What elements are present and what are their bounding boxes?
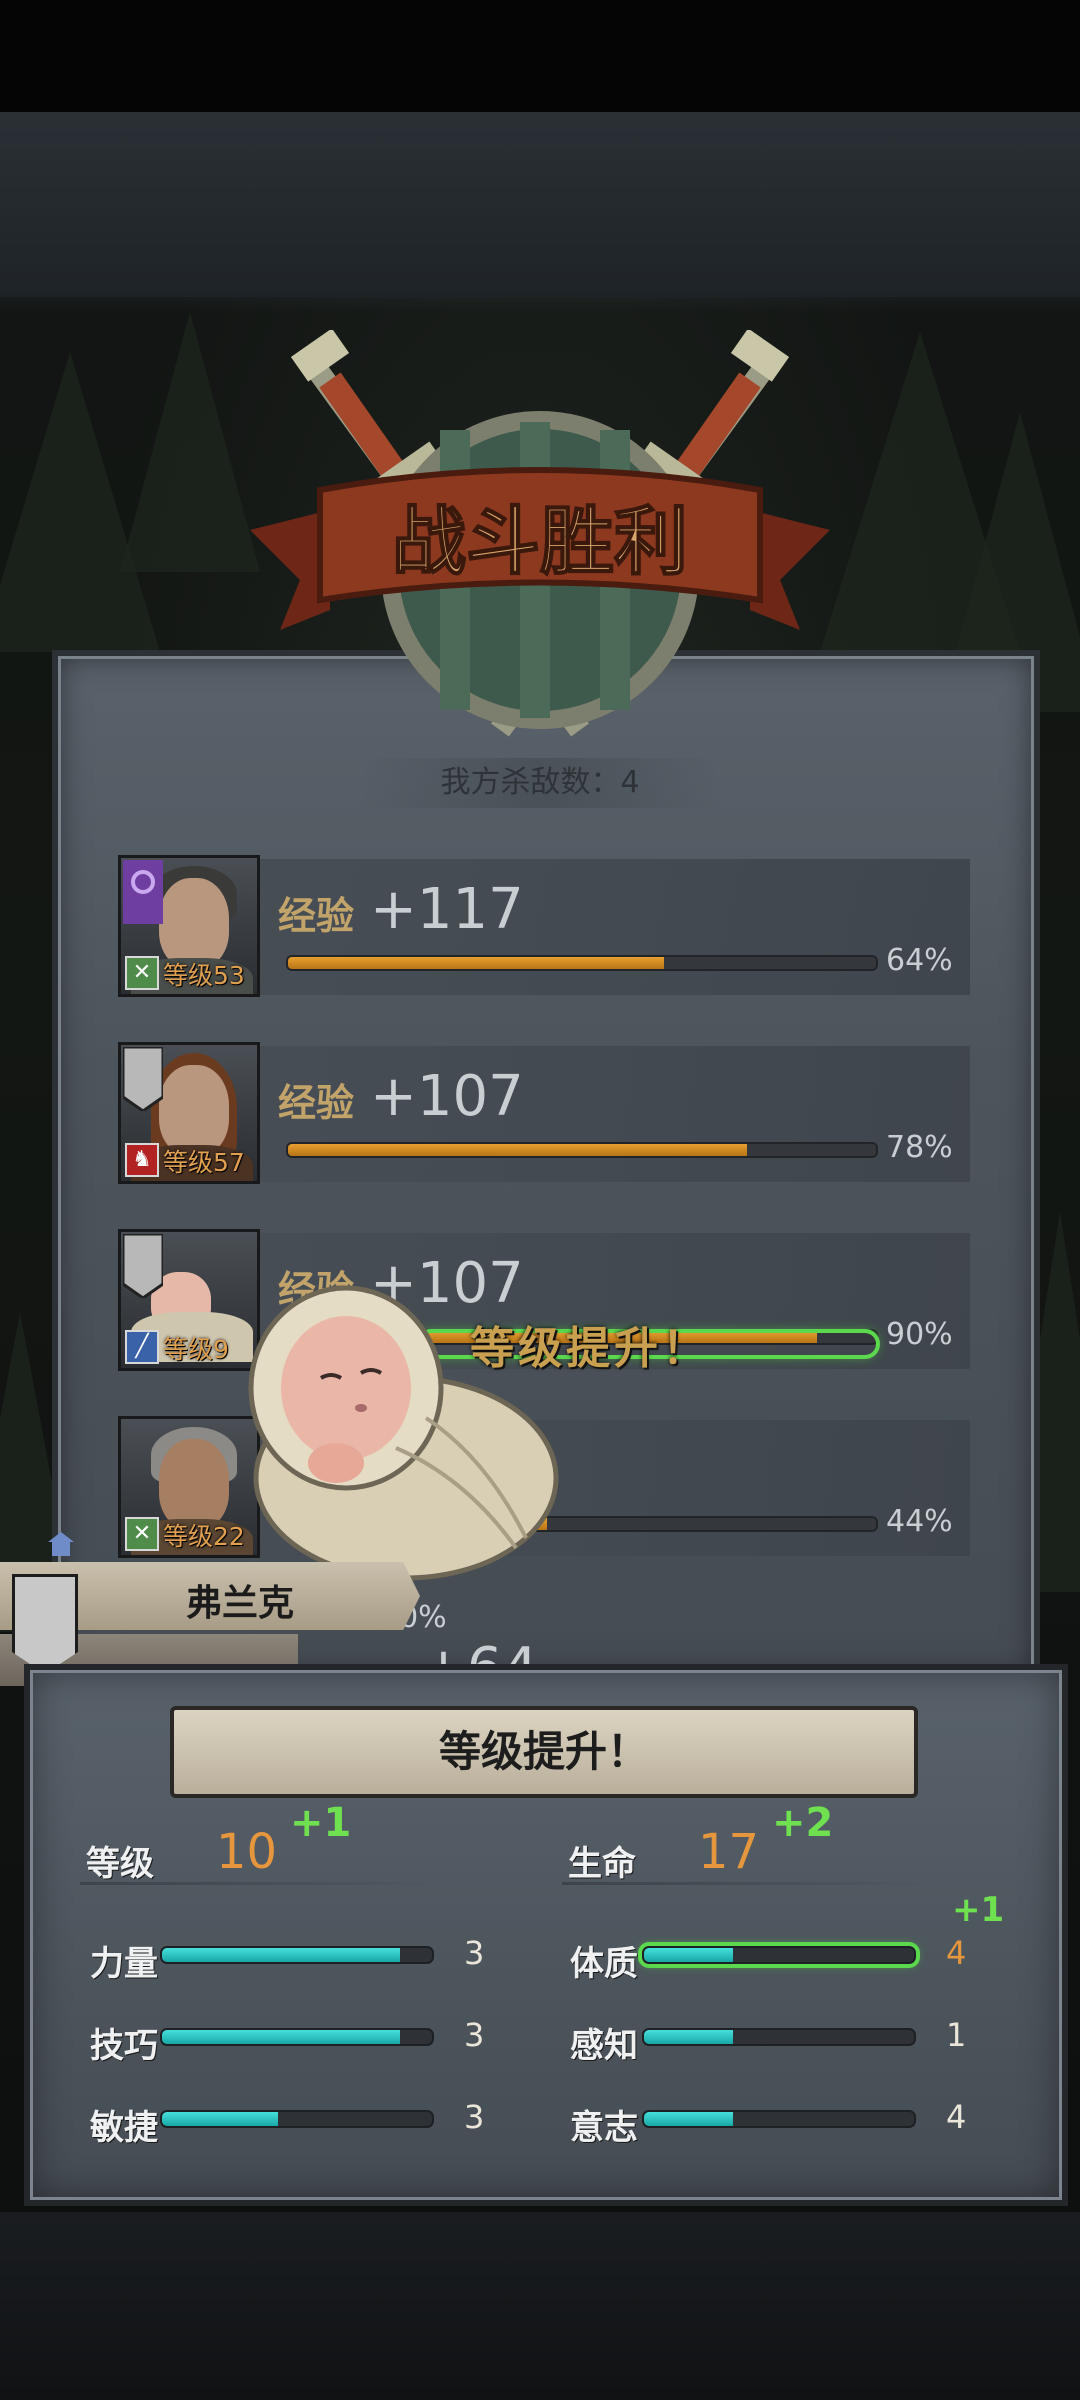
home-icon bbox=[48, 1532, 74, 1556]
level-plus: +1 bbox=[290, 1800, 352, 1846]
hp-label: 生命 bbox=[568, 1844, 636, 1884]
exp-gain: +117 bbox=[370, 877, 524, 942]
exp-percent: 78% bbox=[886, 1130, 953, 1165]
hero-level: 等级53 bbox=[163, 961, 245, 990]
hp-value: 17 bbox=[698, 1824, 760, 1880]
stat-bar-constitution bbox=[642, 1946, 916, 1964]
kill-count: 我方杀敌数：4 bbox=[360, 758, 720, 808]
stat-value-agility: 3 bbox=[464, 2098, 485, 2136]
exp-progress-fill bbox=[288, 957, 665, 969]
hero-portrait[interactable]: ♞ 等级57 bbox=[118, 1042, 260, 1184]
stat-value-skill: 3 bbox=[464, 2016, 485, 2054]
stat-label-perception: 感知 bbox=[570, 2026, 638, 2066]
exp-percent: 64% bbox=[886, 943, 953, 978]
stat-bar-fill bbox=[162, 1948, 400, 1962]
constitution-plus: +1 bbox=[952, 1890, 1005, 1930]
level-up-title: 等级提升！ bbox=[438, 1727, 649, 1776]
rank-banner-icon bbox=[123, 1047, 163, 1111]
victory-emblem: 战斗胜利 bbox=[250, 330, 830, 737]
stat-label-will: 意志 bbox=[570, 2108, 638, 2148]
exp-progress-fill bbox=[288, 1144, 747, 1156]
top-status-area bbox=[0, 0, 1080, 112]
spear-icon: ╱ bbox=[125, 1330, 159, 1364]
hero-portrait[interactable]: ✕ 等级53 bbox=[118, 855, 260, 997]
stat-label-strength: 力量 bbox=[90, 1944, 158, 1984]
stat-value-will: 4 bbox=[946, 2098, 967, 2136]
hero-level: 等级57 bbox=[163, 1148, 245, 1177]
hp-plus: +2 bbox=[772, 1800, 834, 1846]
hero-name: 弗兰克 bbox=[186, 1583, 295, 1624]
hero-level: 等级9 bbox=[163, 1335, 229, 1364]
rank-banner-icon bbox=[123, 1234, 163, 1298]
partial-row: 90% 经验 +64 bbox=[380, 1600, 680, 1664]
crossed-swords-icon: ✕ bbox=[125, 956, 159, 990]
baby-hero-portrait bbox=[248, 1285, 559, 1581]
hero-level: 等级22 bbox=[163, 1522, 245, 1551]
victory-title: 战斗胜利 bbox=[392, 499, 688, 585]
stat-bar-strength bbox=[160, 1946, 434, 1964]
stat-bar-will bbox=[642, 2110, 916, 2128]
horse-icon: ♞ bbox=[125, 1143, 159, 1177]
stat-value-strength: 3 bbox=[464, 1934, 485, 1972]
level-label: 等级 bbox=[86, 1844, 154, 1884]
exp-label: 经验 bbox=[278, 894, 355, 938]
rank-banner-icon bbox=[123, 860, 163, 924]
stat-label-skill: 技巧 bbox=[90, 2026, 158, 2066]
stat-label-agility: 敏捷 bbox=[90, 2108, 158, 2148]
stat-label-constitution: 体质 bbox=[570, 1944, 638, 1984]
exp-progress-bar bbox=[286, 1142, 878, 1158]
stat-value-perception: 1 bbox=[946, 2016, 967, 2054]
hero-row[interactable]: ✕ 等级53 经验 +117 64% bbox=[118, 855, 970, 997]
stat-bar-fill bbox=[162, 2112, 279, 2126]
exp-percent: 90% bbox=[886, 1317, 953, 1352]
stat-bar-fill bbox=[644, 1948, 734, 1962]
stat-value-constitution: 4 bbox=[946, 1934, 967, 1972]
partial-exp-gain: +64 bbox=[420, 1636, 538, 1664]
exp-label: 经验 bbox=[278, 1081, 355, 1125]
stat-bar-fill bbox=[162, 2030, 400, 2044]
crossed-swords-icon: ✕ bbox=[125, 1517, 159, 1551]
hero-row[interactable]: ♞ 等级57 经验 +107 78% bbox=[118, 1042, 970, 1184]
stat-bar-fill bbox=[644, 2030, 734, 2044]
top-banner-strip bbox=[0, 112, 1080, 297]
exp-percent: 44% bbox=[886, 1504, 953, 1539]
bottom-strip bbox=[0, 2212, 1080, 2400]
stat-bar-fill bbox=[644, 2112, 734, 2126]
exp-gain: +107 bbox=[370, 1064, 524, 1129]
stat-bar-agility bbox=[160, 2110, 434, 2128]
exp-progress-bar bbox=[286, 955, 878, 971]
level-value: 10 bbox=[216, 1824, 278, 1880]
stat-bar-skill bbox=[160, 2028, 434, 2046]
stat-bar-perception bbox=[642, 2028, 916, 2046]
